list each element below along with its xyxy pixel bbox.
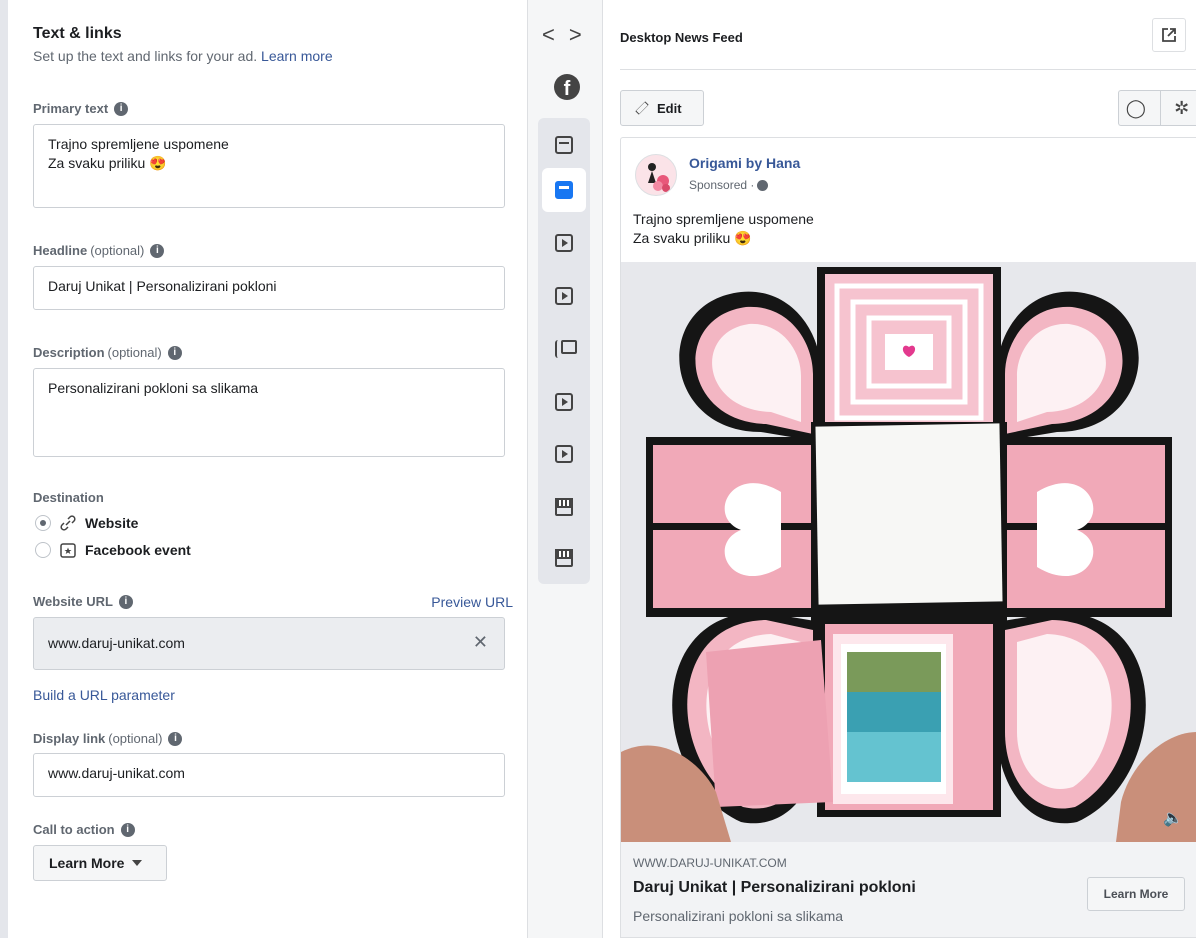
edit-button[interactable]: Edit [620,90,704,126]
placement-video-4[interactable] [549,439,579,469]
preview-tools: ◯ ✲ [1118,90,1196,126]
next-arrow-icon[interactable]: > [569,22,596,47]
page-avatar[interactable] [635,154,677,196]
section-title: Text & links [33,25,122,42]
page-name[interactable]: Origami by Hana [689,155,800,171]
stories-icon [555,340,577,358]
display-link-field[interactable]: www.daruj-unikat.com [33,753,505,797]
headline-label: Headline (optional) i [33,243,165,258]
video-icon [555,287,573,305]
event-icon [60,543,76,558]
placement-strip: <> f [527,0,603,938]
destination-label: Destination [33,490,104,505]
preview-url-link[interactable]: Preview URL [431,594,513,610]
headline-field[interactable]: Daruj Unikat | Personalizirani pokloni [33,266,505,310]
info-icon[interactable]: i [168,731,183,746]
placement-list [538,118,590,584]
section-subtitle: Set up the text and links for your ad. L… [33,48,333,64]
learn-more-button[interactable]: Learn More [1087,877,1185,911]
description-field[interactable]: Personalizirani pokloni sa slikama [33,368,505,457]
sponsored-label: Sponsored · [689,178,769,192]
placement-video-3[interactable] [549,387,579,417]
placement-video-2[interactable] [549,281,579,311]
ad-preview-panel: Desktop News Feed Edit ◯ ✲ Origami by Han… [604,0,1196,938]
marketplace-icon [555,549,573,567]
radio-button[interactable] [35,515,51,531]
feed-icon [555,136,573,154]
placement-marketplace-1[interactable] [549,492,579,522]
call-to-action-label: Call to action i [33,822,135,837]
primary-text-field[interactable]: Trajno spremljene uspomene Za svaku pril… [33,124,505,208]
placement-feed[interactable] [549,130,579,160]
website-url-label: Website URL i [33,594,133,609]
video-icon [555,445,573,463]
placement-desktop-feed[interactable] [542,168,586,212]
explosion-box-image [621,262,1196,842]
display-link-label: Display link (optional) i [33,731,183,746]
destination-event-option[interactable]: Facebook event [35,541,191,559]
build-url-parameter-link[interactable]: Build a URL parameter [33,687,175,703]
primary-text-label: Primary text i [33,101,129,116]
info-icon[interactable]: i [114,101,129,116]
website-url-field[interactable]: www.daruj-unikat.com ✕ [33,617,505,670]
bug-icon[interactable]: ✲ [1174,98,1189,119]
pencil-icon [635,101,649,115]
link-icon [60,515,76,531]
ad-link-footer[interactable]: WWW.DARUJ-UNIKAT.COM Daruj Unikat | Pers… [621,842,1196,937]
ad-editor-panel: Text & links Set up the text and links f… [0,0,527,938]
radio-button[interactable] [35,542,51,558]
placement-nav: <> [542,24,596,46]
facebook-logo-icon: f [554,74,580,100]
prev-arrow-icon[interactable]: < [542,22,569,47]
divider [620,69,1196,70]
clear-icon[interactable]: ✕ [473,633,488,651]
placement-marketplace-2[interactable] [549,543,579,573]
post-primary-text: Trajno spremljene uspomene Za svaku pril… [633,211,814,246]
link-description: Personalizirani pokloni sa slikama [633,908,844,924]
call-to-action-dropdown[interactable]: Learn More [33,845,167,881]
preview-title: Desktop News Feed [620,30,743,45]
mute-icon[interactable]: 🔈 [1163,808,1183,828]
refresh-icon[interactable]: ◯ [1126,98,1146,119]
link-headline: Daruj Unikat | Personalizirani pokloni [633,879,916,896]
caret-down-icon [132,860,143,866]
ad-post-preview: Origami by Hana Sponsored · Trajno sprem… [620,137,1196,938]
video-icon [555,234,573,252]
ad-video[interactable]: 🔈 [621,262,1196,842]
info-icon[interactable]: i [167,345,182,360]
destination-website-option[interactable]: Website [35,514,138,532]
info-icon[interactable]: i [150,243,165,258]
placement-video-1[interactable] [549,228,579,258]
open-external-icon[interactable] [1152,18,1186,52]
globe-icon [757,179,769,191]
link-caption: WWW.DARUJ-UNIKAT.COM [633,856,787,870]
marketplace-icon [555,498,573,516]
info-icon[interactable]: i [120,822,135,837]
video-icon [555,393,573,411]
learn-more-link[interactable]: Learn more [261,48,333,64]
description-label: Description (optional) i [33,345,182,360]
desktop-feed-icon [555,181,573,199]
placement-stories[interactable] [549,334,579,364]
info-icon[interactable]: i [118,594,133,609]
